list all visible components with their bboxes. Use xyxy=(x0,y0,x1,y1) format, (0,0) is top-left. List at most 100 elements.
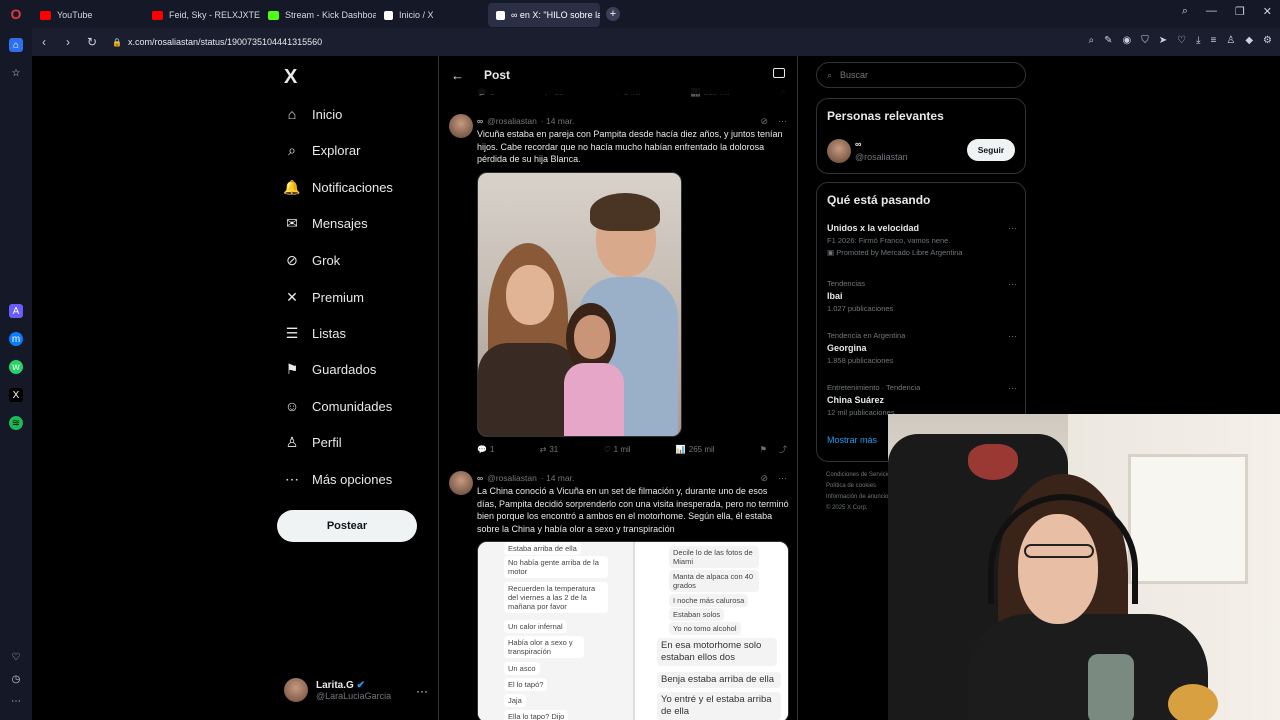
camera-icon[interactable]: ◉ xyxy=(1123,35,1132,46)
share-icon[interactable]: ⤴ xyxy=(779,444,787,455)
tweet-photo[interactable] xyxy=(477,172,682,437)
messenger-icon[interactable]: m xyxy=(9,332,23,346)
nav-item-comunidades[interactable]: ☺ Comunidades xyxy=(284,391,392,421)
nav-item-mas-opciones[interactable]: ⋯ Más opciones xyxy=(284,464,392,494)
extension-icon[interactable]: ◆ xyxy=(1245,35,1253,46)
nav-item-mensajes[interactable]: ✉ Mensajes xyxy=(284,208,368,238)
tweet[interactable]: ∞ @rosaliastan · 14 mar. ⊘ ⋯ La China co… xyxy=(439,471,797,720)
minimize-icon[interactable]: — xyxy=(1206,5,1217,18)
tweet-date[interactable]: · 14 mar. xyxy=(541,473,575,483)
opera-logo-icon[interactable]: O xyxy=(0,0,32,28)
nav-item-explorar[interactable]: ⌕ Explorar xyxy=(284,135,360,165)
browser-tab[interactable]: YouTube xyxy=(32,3,144,27)
chair-logo xyxy=(968,444,1018,480)
nav-item-perfil[interactable]: ♙ Perfil xyxy=(284,427,342,457)
tweet-date[interactable]: · 14 mar. xyxy=(541,116,575,126)
follow-button[interactable]: Seguir xyxy=(967,139,1015,161)
more-icon[interactable]: ⋯ xyxy=(1008,279,1017,290)
footer-link[interactable]: Condiciones de Servicio xyxy=(826,470,891,481)
home-icon[interactable]: ⌂ xyxy=(9,38,23,52)
heart-icon[interactable]: ♡ xyxy=(1177,35,1186,46)
show-more-link[interactable]: Mostrar más xyxy=(827,435,877,445)
grok-icon[interactable]: ⊘ xyxy=(760,473,768,484)
bookmark-icon: ⚑ xyxy=(285,360,299,377)
new-tab-button[interactable]: + xyxy=(606,7,620,21)
x-icon[interactable]: X xyxy=(9,388,23,402)
send-icon[interactable]: ➤ xyxy=(1159,35,1167,46)
reload-icon[interactable]: ↻ xyxy=(80,35,104,49)
bookmark-icon[interactable]: ⚑ xyxy=(760,445,767,454)
more-icon[interactable]: ⋯ xyxy=(1008,383,1017,394)
x-logo-icon[interactable]: X xyxy=(284,66,297,89)
footer-link[interactable]: Política de cookies xyxy=(826,481,891,492)
tweet-screenshots[interactable]: Estaba arriba de ella No había gente arr… xyxy=(477,541,789,720)
author-handle[interactable]: @rosaliastan xyxy=(487,473,537,483)
relevant-name[interactable]: ∞ xyxy=(855,139,861,149)
more-icon[interactable]: ⋯ xyxy=(1008,223,1017,234)
nav-item-premium[interactable]: ✕ Premium xyxy=(284,282,364,312)
forward-icon[interactable]: › xyxy=(56,35,80,49)
clock-icon[interactable]: ◷ xyxy=(9,672,23,686)
nav-item-notificaciones[interactable]: 🔔 Notificaciones xyxy=(283,172,393,202)
author-name[interactable]: ∞ xyxy=(477,116,483,126)
nav-item-inicio[interactable]: ⌂ Inicio xyxy=(284,99,343,129)
tweet-header: ∞ @rosaliastan · 14 mar. xyxy=(477,116,574,126)
spotify-icon[interactable]: ≋ xyxy=(9,416,23,430)
more-icon[interactable]: ⋯ xyxy=(1008,331,1017,342)
search-tabs-icon[interactable]: ⌕ xyxy=(1182,5,1188,18)
ai-icon[interactable]: A xyxy=(9,304,23,318)
browser-tab[interactable]: Feid, Sky - RELXJXTE - Yo xyxy=(144,3,260,27)
back-icon[interactable]: ‹ xyxy=(32,35,56,49)
url-field[interactable]: 🔒 x.com/rosaliastan/status/1900735104441… xyxy=(112,37,322,47)
menu-icon[interactable]: ≡ xyxy=(1211,35,1217,46)
like-button[interactable]: ♡ 1 mil xyxy=(604,444,631,455)
more-icon[interactable]: ⋯ xyxy=(778,473,787,484)
browser-tab-active[interactable]: ∞ en X: "HILO sobre las r xyxy=(488,3,600,27)
footer-link[interactable]: Información de anuncios xyxy=(826,492,891,503)
more-icon[interactable]: ⋯ xyxy=(778,116,787,127)
avatar[interactable] xyxy=(449,471,473,495)
star-icon[interactable]: ☆ xyxy=(9,66,23,80)
chat-screenshots: Estaba arriba de ella No había gente arr… xyxy=(478,542,788,720)
whatsapp-icon[interactable]: w xyxy=(9,360,23,374)
relevant-handle[interactable]: @rosaliastan xyxy=(855,152,908,162)
profile-icon[interactable]: ♙ xyxy=(1226,35,1235,46)
grok-icon[interactable]: ⊘ xyxy=(760,116,768,127)
repost-button[interactable]: ⇄ 31 xyxy=(540,444,559,455)
account-switcher[interactable]: Larita.G ✔ @LaraLuciaGarcia xyxy=(284,678,391,702)
search-input[interactable]: ⌕ Buscar xyxy=(816,62,1026,88)
account-more-icon[interactable]: ··· xyxy=(416,684,428,698)
heart-icon[interactable]: ♡ xyxy=(9,650,23,664)
post-button[interactable]: Postear xyxy=(277,510,417,542)
promoted-icon: ▣ xyxy=(827,248,835,257)
trend-item[interactable]: Tendencia en Argentina Georgina 1.858 pu… xyxy=(827,331,1017,365)
more-icon[interactable]: ⋯ xyxy=(9,694,23,708)
tweet[interactable]: ∞ @rosaliastan · 14 mar. ⊘ ⋯ Vicuña esta… xyxy=(439,114,797,464)
settings-icon[interactable]: ⚙ xyxy=(1263,35,1272,46)
trend-item[interactable]: Unidos x la velocidad F1 2026: Firmó Fra… xyxy=(827,223,1017,257)
reply-button[interactable]: 💬 1 xyxy=(477,444,494,455)
back-arrow-icon[interactable]: ← xyxy=(451,68,464,83)
browser-tab[interactable]: Stream - Kick Dashboard xyxy=(260,3,376,27)
post-header: ← Post xyxy=(439,56,797,94)
zoom-icon[interactable]: ⌕ xyxy=(1089,35,1095,46)
nav-item-listas[interactable]: ☰ Listas xyxy=(284,318,346,348)
restore-icon[interactable]: ❐ xyxy=(1235,5,1245,18)
views-button[interactable]: 📊 265 mil xyxy=(676,444,715,455)
author-name[interactable]: ∞ xyxy=(477,473,483,483)
download-icon[interactable]: ⤓ xyxy=(1196,35,1200,46)
browser-tab[interactable]: Inicio / X xyxy=(376,3,488,27)
nav-item-guardados[interactable]: ⚑ Guardados xyxy=(284,354,377,384)
tab-label: Inicio / X xyxy=(399,10,434,20)
shield-icon[interactable]: ⛉ xyxy=(1141,35,1149,46)
trend-item[interactable]: Entretenimiento · Tendencia China Suárez… xyxy=(827,383,1017,417)
close-icon[interactable]: ✕ xyxy=(1263,5,1272,18)
edit-icon[interactable]: ✎ xyxy=(1104,35,1112,46)
author-handle[interactable]: @rosaliastan xyxy=(487,116,537,126)
chat-message: Ella lo tapo? Dijo xyxy=(504,710,569,720)
avatar[interactable] xyxy=(449,114,473,138)
reader-mode-icon[interactable] xyxy=(773,68,785,78)
nav-item-grok[interactable]: ⊘ Grok xyxy=(284,245,340,275)
avatar[interactable] xyxy=(827,139,851,163)
trend-item[interactable]: Tendencias Ibai 1.027 publicaciones ⋯ xyxy=(827,279,1017,313)
